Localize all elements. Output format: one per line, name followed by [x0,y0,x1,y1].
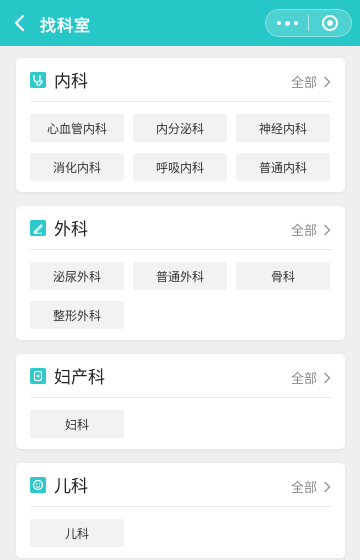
view-all-link[interactable]: 全部 [291,477,331,496]
view-all-link[interactable]: 全部 [291,368,331,387]
chevron-right-icon [323,223,331,236]
department-card-pediatrics: 儿科 全部 儿科 [16,463,345,558]
nav-bar: 找科室 [0,0,360,46]
department-card-obstetrics: 妇产科 全部 妇科 [16,354,345,449]
target-icon [322,15,338,31]
tag-pediatrics[interactable]: 儿科 [30,519,124,547]
tag-gynecology[interactable]: 妇科 [30,410,124,438]
view-all-link[interactable]: 全部 [291,72,331,91]
tag-orthopedics[interactable]: 骨科 [236,262,330,290]
department-card-internal-medicine: 内科 全部 心血管内科 内分泌科 神经内科 消化内科 呼吸内科 普通内科 [16,58,345,192]
card-header: 内科 全部 [30,58,331,102]
tag-general-internal[interactable]: 普通内科 [236,153,330,181]
view-all-label: 全部 [290,372,317,387]
card-header: 妇产科 全部 [30,354,331,398]
child-face-icon [30,476,46,493]
maternity-icon [30,367,46,384]
department-title: 内科 [54,72,88,92]
card-header: 儿科 全部 [30,463,331,507]
tag-cardiology[interactable]: 心血管内科 [30,114,124,142]
tag-neurology[interactable]: 神经内科 [236,114,330,142]
page-title: 找科室 [40,16,92,35]
more-button[interactable] [266,10,308,36]
tag-gastroenterology[interactable]: 消化内科 [30,153,124,181]
back-arrow-icon[interactable] [10,13,30,33]
view-all-label: 全部 [290,224,317,239]
tag-respiratory[interactable]: 呼吸内科 [133,153,227,181]
view-all-label: 全部 [290,76,317,91]
department-card-surgery: 外科 全部 泌尿外科 普通外科 骨科 整形外科 [16,206,345,340]
mini-program-capsule [265,9,352,37]
department-title: 妇产科 [54,368,105,388]
tag-endocrinology[interactable]: 内分泌科 [133,114,227,142]
close-mini-program-button[interactable] [309,10,351,36]
chevron-right-icon [323,371,331,384]
chevron-right-icon [323,480,331,493]
tag-urology[interactable]: 泌尿外科 [30,262,124,290]
department-title: 儿科 [54,477,88,497]
view-all-label: 全部 [290,481,317,496]
more-dots-icon [276,20,298,26]
tag-general-surgery[interactable]: 普通外科 [133,262,227,290]
department-title: 外科 [54,220,88,240]
tag-plastic-surgery[interactable]: 整形外科 [30,301,124,329]
scalpel-icon [30,219,46,236]
stethoscope-icon [30,71,46,88]
card-header: 外科 全部 [30,206,331,250]
view-all-link[interactable]: 全部 [291,220,331,239]
chevron-right-icon [323,75,331,88]
